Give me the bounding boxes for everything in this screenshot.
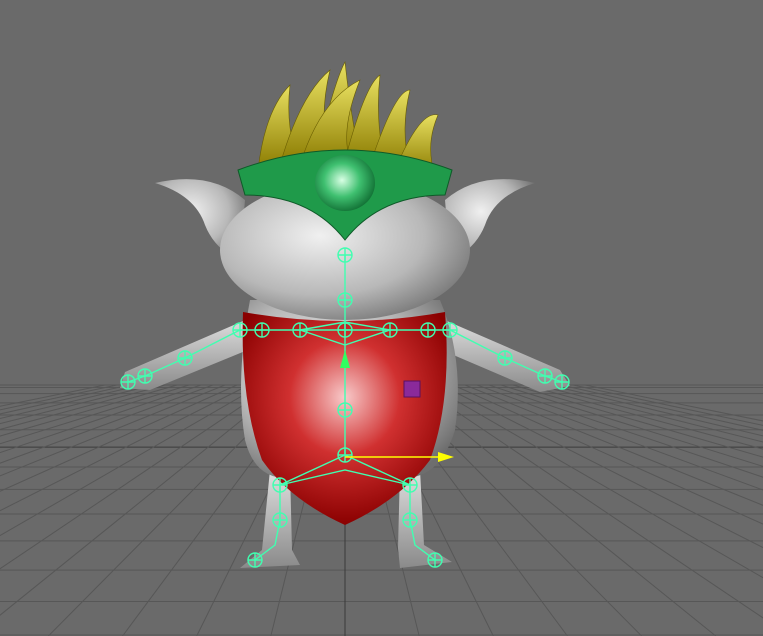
- grid-line: [0, 384, 214, 464]
- crown-gem: [315, 155, 375, 211]
- grid-line: [0, 384, 190, 445]
- grid-line: [500, 384, 763, 467]
- grid-line: [512, 384, 763, 458]
- grid-line: [0, 384, 118, 411]
- grid-line: [476, 384, 763, 491]
- x-axis-arrow-icon[interactable]: [438, 452, 454, 462]
- grid-line: [452, 384, 763, 525]
- viewport-canvas[interactable]: [0, 0, 763, 636]
- grid-line: [0, 384, 238, 492]
- grid-line: [0, 384, 250, 512]
- grid-line: [488, 384, 763, 478]
- grid-line: [0, 384, 274, 570]
- locator[interactable]: [403, 380, 421, 398]
- grid-line: [428, 384, 763, 579]
- grid-line: [584, 384, 763, 422]
- grid-line: [0, 384, 202, 454]
- grid-line: [0, 384, 226, 477]
- 3d-viewport[interactable]: [0, 0, 763, 636]
- grid-line: [464, 384, 763, 506]
- grid-line: [0, 384, 166, 430]
- grid-line: [416, 384, 763, 619]
